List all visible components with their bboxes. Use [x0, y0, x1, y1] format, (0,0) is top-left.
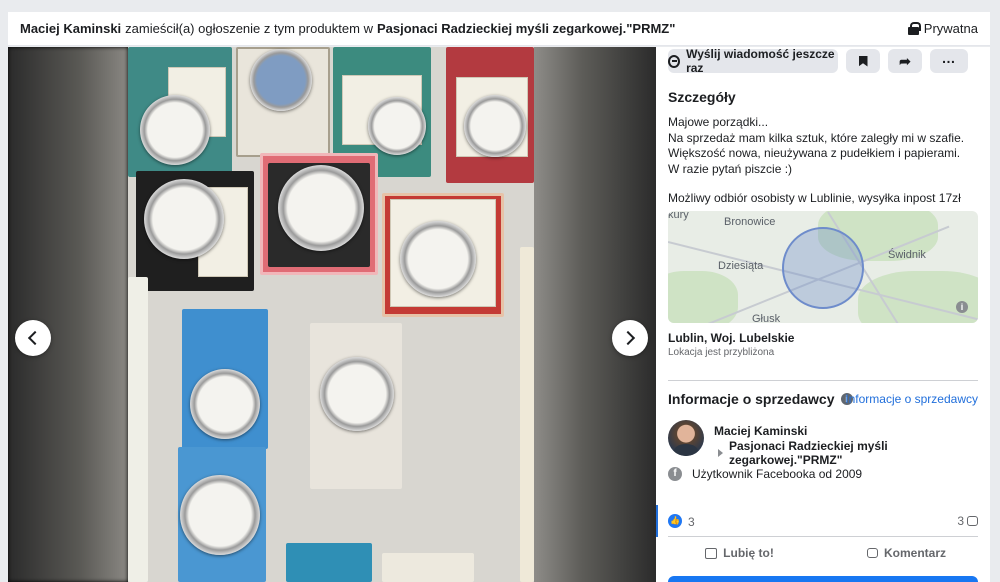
comment-count-value: 3 — [957, 514, 964, 528]
watch-face — [464, 95, 526, 157]
like-button[interactable]: Lubię to! — [656, 539, 823, 567]
send-message-label: Wyślij wiadomość jeszcze raz — [686, 47, 835, 75]
avatar[interactable] — [668, 420, 704, 456]
map-label: Dziesiąta — [718, 260, 764, 272]
location-name: Lublin, Woj. Lubelskie — [668, 331, 795, 345]
pickup-shipping-info: Możliwy odbiór osobisty w Lublinie, wysy… — [668, 191, 961, 205]
watch-face — [190, 369, 260, 439]
chevron-right-icon — [620, 330, 636, 346]
seller-info-link[interactable]: Informacje o sprzedawcy — [845, 392, 978, 406]
post-actions: Lubię to! Komentarz — [656, 539, 990, 567]
bookmark-icon — [858, 55, 868, 67]
save-button[interactable] — [846, 49, 880, 73]
listing-photo-viewer — [8, 47, 656, 582]
watch-face — [320, 357, 394, 431]
lock-icon — [907, 22, 921, 35]
share-icon: ➦ — [899, 53, 911, 69]
send-message-again-button[interactable]: Wyślij wiadomość jeszcze raz — [668, 47, 838, 75]
watch-card — [286, 543, 372, 582]
previous-photo-button[interactable] — [15, 320, 51, 356]
reactions-summary: 👍 3 3 — [656, 504, 990, 537]
facebook-member-since: f Użytkownik Facebooka od 2009 — [668, 467, 862, 481]
messenger-icon — [668, 54, 681, 68]
chevron-left-icon — [27, 330, 43, 346]
watch-face — [278, 165, 364, 251]
like-button-label: Lubię to! — [723, 546, 774, 560]
watch-face — [180, 475, 260, 555]
location-map[interactable]: kury Bronowice Dziesiąta Świdnik Głusk i — [668, 211, 978, 323]
watch-face — [400, 221, 476, 297]
map-label: kury — [668, 211, 689, 221]
comment-icon — [866, 548, 878, 558]
share-button[interactable]: ➦ — [888, 49, 922, 73]
comment-button-label: Komentarz — [883, 546, 946, 560]
comment-button[interactable]: Komentarz — [823, 539, 990, 567]
photo-blur-left — [8, 47, 128, 582]
comment-count[interactable]: 3 — [957, 514, 978, 528]
seller-info-title: Informacje o sprzedawcy — [668, 391, 835, 407]
map-info-icon[interactable]: i — [956, 301, 968, 313]
next-photo-button[interactable] — [612, 320, 648, 356]
listing-description: Majowe porządki... Na sprzedaż mam kilka… — [668, 115, 964, 177]
privacy-indicator: Prywatna — [907, 21, 978, 36]
description-line: Na sprzedaż mam kilka sztuk, które zaleg… — [668, 130, 965, 145]
approximate-location-circle — [782, 227, 864, 309]
listing-photo — [128, 47, 534, 582]
watch-face — [144, 179, 224, 259]
focus-indicator — [656, 505, 658, 537]
caret-right-icon — [718, 449, 723, 457]
seller-group-name: Pasjonaci Radzieckiej myśli zegarkowej."… — [729, 439, 888, 467]
more-options-button[interactable]: … — [930, 49, 968, 73]
header-action-text: zamieścił(a) ogłoszenie z tym produktem … — [125, 21, 373, 36]
group-name[interactable]: Pasjonaci Radzieckiej myśli zegarkowej."… — [377, 21, 675, 36]
seller-name[interactable]: Maciej Kaminski — [714, 424, 807, 438]
like-count[interactable]: 3 — [688, 515, 695, 529]
comment-bubble-icon — [967, 516, 978, 526]
watch-face — [368, 97, 426, 155]
details-heading: Szczegóły — [668, 89, 736, 105]
watch-strap — [128, 277, 148, 582]
facebook-icon: f — [668, 467, 682, 481]
watch-strap — [520, 247, 534, 582]
map-label: Świdnik — [888, 249, 926, 261]
watch-face — [140, 95, 210, 165]
author-name[interactable]: Maciej Kaminski — [20, 21, 121, 36]
map-label: Bronowice — [724, 216, 776, 228]
photo-blur-right — [534, 47, 656, 582]
seller-group[interactable]: Pasjonaci Radzieckiej myśli zegarkowej."… — [718, 439, 990, 467]
description-line: Majowe porządki... — [668, 115, 769, 129]
seller-info-heading: Informacje o sprzedawcy i — [668, 391, 853, 407]
thumbs-up-icon — [705, 547, 718, 559]
post-header: Maciej Kaminski zamieścił(a) ogłoszenie … — [8, 12, 990, 46]
watch-face — [250, 49, 312, 111]
like-reaction-icon[interactable]: 👍 — [668, 514, 682, 528]
description-line: Większość nowa, nieużywana z pudełkiem i… — [668, 146, 961, 160]
location-approx-note: Lokacja jest przybliżona — [668, 347, 775, 358]
divider — [668, 536, 978, 537]
privacy-label: Prywatna — [923, 21, 978, 36]
action-bar: Wyślij wiadomość jeszcze raz ➦ … — [668, 47, 968, 75]
more-icon: … — [941, 50, 957, 66]
divider — [668, 380, 978, 381]
map-label: Głusk — [752, 313, 781, 323]
listing-details-panel: Wyślij wiadomość jeszcze raz ➦ … Szczegó… — [656, 47, 990, 582]
member-since-text: Użytkownik Facebooka od 2009 — [692, 467, 863, 481]
primary-button-partial[interactable] — [668, 576, 978, 582]
description-line: W razie pytań piszcie :) — [668, 161, 793, 176]
watch-card — [382, 553, 474, 582]
